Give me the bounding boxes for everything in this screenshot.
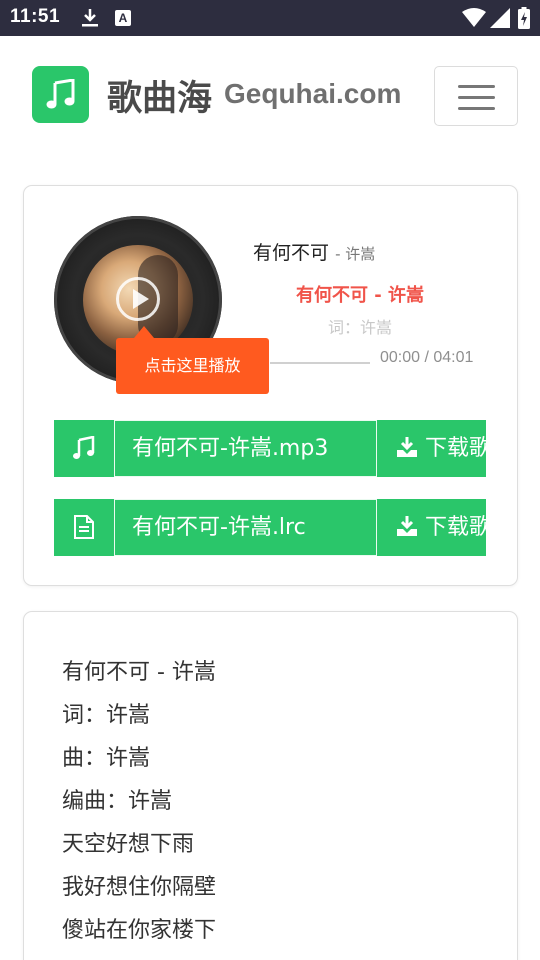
logo[interactable] <box>32 66 89 123</box>
status-time: 11:51 <box>10 6 61 27</box>
song-file-icon-box <box>54 420 114 477</box>
document-icon <box>74 515 94 539</box>
download-icon <box>397 516 417 536</box>
status-bar: 11:51 A <box>0 0 540 36</box>
hamburger-menu-icon <box>458 85 495 88</box>
download-lyrics-label: 下载歌词 <box>425 515 514 540</box>
download-icon <box>397 437 417 457</box>
lyric-line: 曲：许嵩 <box>62 746 151 771</box>
next-lyric-line: 词：许嵩 <box>327 318 392 337</box>
lyric-line: 有何不可 - 许嵩 <box>62 660 216 685</box>
site-name[interactable]: 歌曲海 <box>107 70 212 121</box>
download-icon <box>82 9 98 27</box>
song-title: 有何不可 - 许嵩 <box>253 238 375 265</box>
play-icon[interactable] <box>116 277 160 321</box>
progress-bar[interactable] <box>270 362 370 364</box>
music-note-icon <box>46 79 75 109</box>
song-filename-field[interactable]: 有何不可-许嵩.mp3 <box>114 420 377 477</box>
site-domain[interactable]: Gequhai.com <box>224 78 401 110</box>
battery-icon <box>518 7 530 29</box>
lyric-download-row: 有何不可-许嵩.lrc 下载歌词 <box>54 499 513 556</box>
hamburger-line <box>458 96 495 99</box>
lyric-line: 傻站在你家楼下 <box>62 918 217 943</box>
current-lyric-line: 有何不可 - 许嵩 <box>295 285 424 306</box>
lyric-line: 词：许嵩 <box>62 703 151 728</box>
play-tooltip[interactable]: 点击这里播放 <box>116 326 269 394</box>
lyric-line: 天空好想下雨 <box>62 832 195 857</box>
song-title-text: 有何不可 <box>253 242 330 264</box>
lyrics-text: 有何不可 - 许嵩 词：许嵩 曲：许嵩 编曲：许嵩 天空好想下雨 我好想住你隔壁… <box>62 651 216 952</box>
song-artist: - 许嵩 <box>335 245 376 263</box>
download-song-button[interactable]: 下载歌曲 <box>377 420 513 477</box>
hamburger-line <box>458 107 495 110</box>
wifi-icon <box>462 8 486 27</box>
download-lyrics-button[interactable]: 下载歌词 <box>377 499 513 556</box>
download-song-label: 下载歌曲 <box>425 436 514 461</box>
lyric-line: 编曲：许嵩 <box>62 789 173 814</box>
hamburger-menu-button[interactable] <box>434 66 518 126</box>
playback-time: 00:00 / 04:01 <box>380 349 474 366</box>
lyric-file-icon-box <box>54 499 114 556</box>
signal-icon <box>490 8 510 28</box>
a-badge-icon: A <box>115 10 131 26</box>
lyric-line: 我好想住你隔壁 <box>62 875 217 900</box>
lyric-filename-field[interactable]: 有何不可-许嵩.lrc <box>114 499 377 556</box>
music-note-icon <box>73 436 95 459</box>
song-download-row: 有何不可-许嵩.mp3 下载歌曲 <box>54 420 513 477</box>
